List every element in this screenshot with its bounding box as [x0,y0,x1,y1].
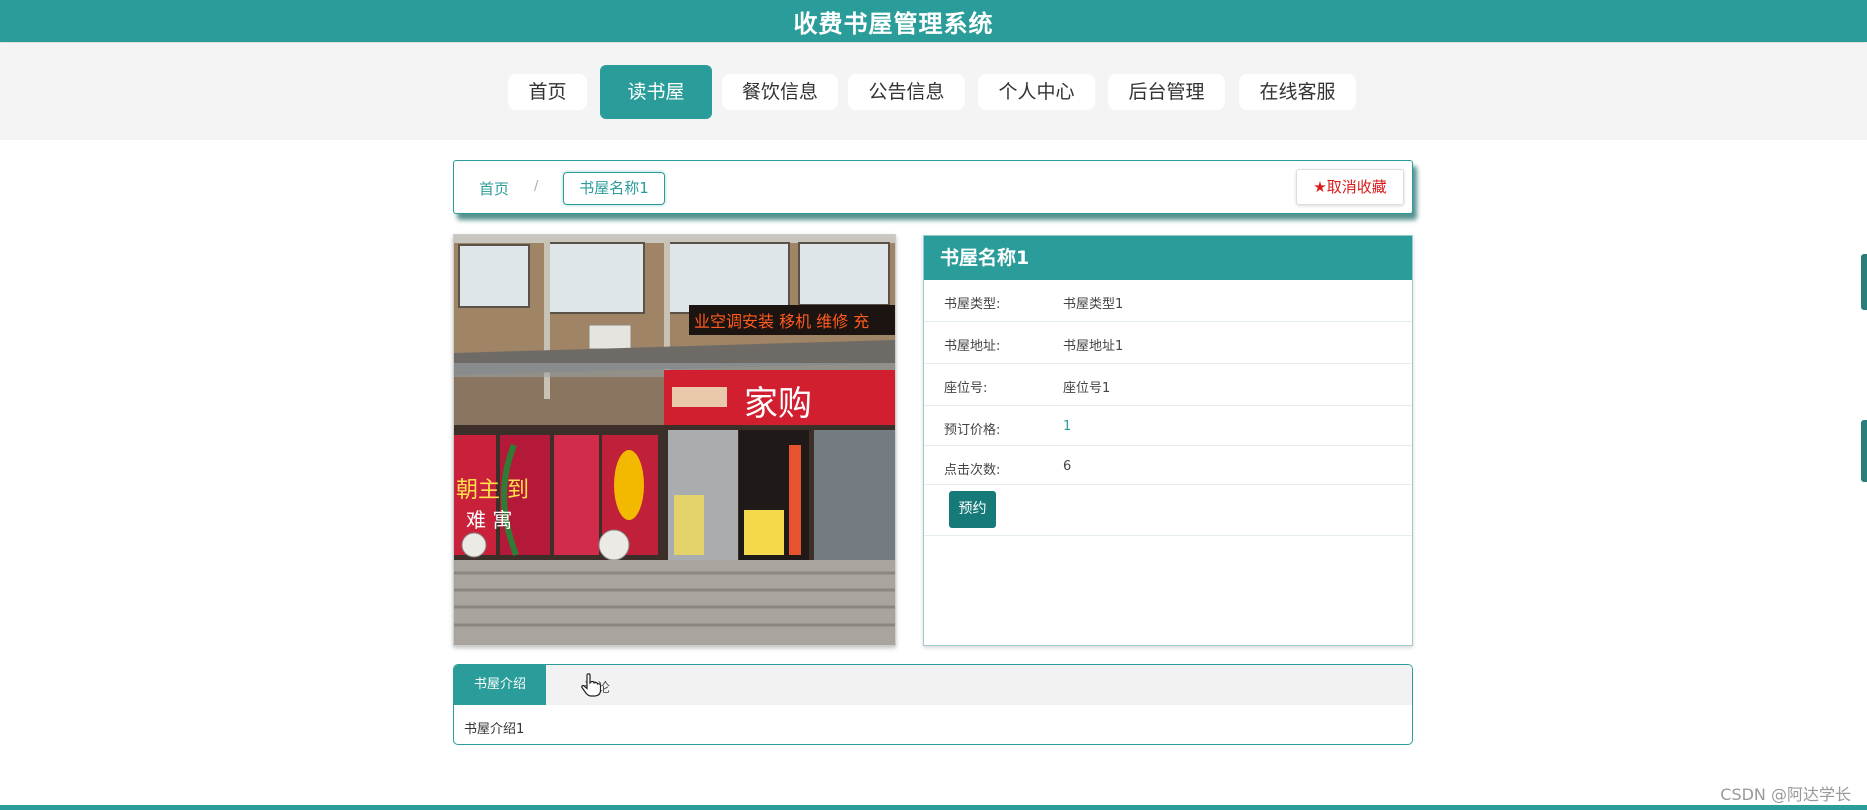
unfavorite-button[interactable]: ★取消收藏 [1296,169,1404,205]
poster-text-1: 朝主 到 [456,478,529,503]
book-room-detail-panel: 书屋名称1 书屋类型: 书屋类型1 书屋地址: 书屋地址1 座位号: 座位号1 … [923,235,1413,646]
detail-value: 6 [1063,459,1072,474]
top-header-bar: 收费书屋管理系统 [0,0,1867,42]
scroll-indicator[interactable] [1861,420,1867,482]
hand-cursor-icon [581,673,601,697]
detail-row-type: 书屋类型: 书屋类型1 [924,280,1412,322]
led-sign-text: 业空调安装 移机 维修 充 [694,312,869,331]
watermark-text: CSDN @阿达学长 [1720,785,1851,804]
detail-label: 点击次数: [944,463,1001,478]
breadcrumb: 首页 / 书屋名称1 ★取消收藏 [453,160,1413,214]
detail-label: 预订价格: [944,423,1001,438]
unfavorite-label: 取消收藏 [1326,178,1387,196]
detail-row-price: 预订价格: 1 [924,406,1412,446]
detail-value: 书屋地址1 [1063,339,1124,354]
detail-title: 书屋名称1 [924,236,1412,280]
nav-item-admin[interactable]: 后台管理 [1108,74,1225,110]
detail-value: 书屋类型1 [1063,297,1124,312]
book-room-photo: 业空调安装 移机 维修 充 家购 朝主 到 难 寓 [453,234,896,646]
breadcrumb-home-link[interactable]: 首页 [479,178,509,199]
star-icon: ★ [1313,178,1327,196]
footer-bar [0,805,1867,810]
nav-item-personal-center[interactable]: 个人中心 [978,74,1095,110]
nav-item-reading-room[interactable]: 读书屋 [600,65,712,119]
detail-row-seat: 座位号: 座位号1 [924,364,1412,406]
detail-label: 书屋地址: [944,339,1001,354]
site-title: 收费书屋管理系统 [793,10,994,38]
detail-row-address: 书屋地址: 书屋地址1 [924,322,1412,364]
detail-value: 座位号1 [1063,381,1111,396]
reserve-button[interactable]: 预约 [949,491,996,528]
nav-item-announcements[interactable]: 公告信息 [848,74,965,110]
nav-item-dining[interactable]: 餐饮信息 [722,74,838,110]
nav-item-online-service[interactable]: 在线客服 [1239,74,1356,110]
scroll-indicator[interactable] [1861,254,1867,310]
detail-value: 1 [1063,419,1072,434]
detail-label: 书屋类型: [944,297,1001,312]
detail-row-clicks: 点击次数: 6 [924,446,1412,485]
poster-text-2: 难 寓 [466,508,512,532]
tab-content: 书屋介绍1 [464,722,525,737]
breadcrumb-current: 书屋名称1 [563,172,665,205]
tab-introduction[interactable]: 书屋介绍 [454,665,546,705]
detail-label: 座位号: [944,381,988,396]
detail-actions: 预约 [924,485,1412,536]
nav-item-home[interactable]: 首页 [508,74,587,110]
shop-sign-text: 家购 [744,384,812,424]
breadcrumb-separator: / [534,179,539,194]
